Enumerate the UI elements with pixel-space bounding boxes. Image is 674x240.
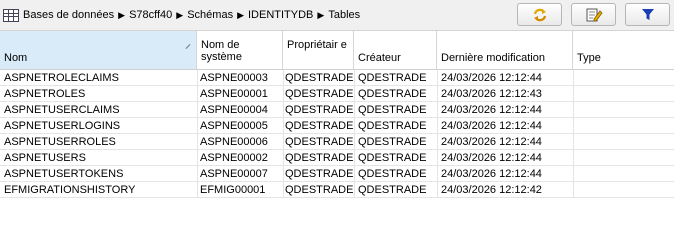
cell-last-modified: 24/03/2026 12:12:44 xyxy=(441,72,542,84)
cell-owner: QDESTRADE xyxy=(285,104,354,116)
column-divider xyxy=(283,70,284,198)
cell-system-name: ASPNE00005 xyxy=(200,120,268,132)
cell-system-name: EFMIG00001 xyxy=(200,184,266,196)
cell-system-name: ASPNE00007 xyxy=(200,168,268,180)
cell-type xyxy=(577,102,672,118)
cell-last-modified: 24/03/2026 12:12:44 xyxy=(441,136,542,148)
cell-owner: QDESTRADE xyxy=(285,136,354,148)
cell-type xyxy=(577,134,672,150)
cell-creator: QDESTRADE xyxy=(358,88,427,100)
cell-type xyxy=(577,166,672,182)
cell-creator: QDESTRADE xyxy=(358,152,427,164)
filter-button[interactable] xyxy=(625,3,670,26)
column-header-name[interactable]: Nom xyxy=(0,31,197,69)
cell-name: ASPNETUSERS xyxy=(4,152,86,164)
cell-type xyxy=(577,118,672,134)
cell-type xyxy=(577,150,672,166)
column-divider xyxy=(573,70,574,198)
cell-creator: QDESTRADE xyxy=(358,104,427,116)
breadcrumb-separator: ▶ xyxy=(118,9,126,20)
column-header-creator[interactable]: Créateur xyxy=(354,31,437,69)
cell-creator: QDESTRADE xyxy=(358,72,427,84)
refresh-button[interactable] xyxy=(517,3,562,26)
cell-last-modified: 24/03/2026 12:12:43 xyxy=(441,88,542,100)
database-table-icon xyxy=(3,8,19,22)
cell-name: ASPNETUSERCLAIMS xyxy=(4,104,120,116)
cell-owner: QDESTRADE xyxy=(285,72,354,84)
cell-system-name: ASPNE00006 xyxy=(200,136,268,148)
cell-last-modified: 24/03/2026 12:12:44 xyxy=(441,120,542,132)
cell-name: ASPNETUSERROLES xyxy=(4,136,116,148)
breadcrumb-separator: ▶ xyxy=(237,9,244,20)
cell-name: ASPNETUSERTOKENS xyxy=(4,168,124,180)
column-header-type[interactable]: Type xyxy=(573,31,674,69)
cell-owner: QDESTRADE xyxy=(285,88,354,100)
cell-system-name: ASPNE00003 xyxy=(200,72,268,84)
column-divider xyxy=(197,70,198,198)
column-header-label: Type xyxy=(577,52,601,64)
breadcrumb-item-schemas[interactable]: Schémas xyxy=(187,9,233,21)
breadcrumb-separator: ▶ xyxy=(317,9,325,20)
cell-name: EFMIGRATIONSHISTORY xyxy=(4,184,136,196)
cell-system-name: ASPNE00001 xyxy=(200,88,268,100)
cell-name: ASPNETROLES xyxy=(4,88,86,100)
column-header-label: Dernière modification xyxy=(441,52,545,64)
cell-owner: QDESTRADE xyxy=(285,120,354,132)
column-header-label: Nom de système xyxy=(201,39,242,63)
cell-name: ASPNETUSERLOGINS xyxy=(4,120,121,132)
column-header-system-name[interactable]: Nom de système xyxy=(197,31,283,69)
cell-creator: QDESTRADE xyxy=(358,184,427,196)
cell-owner: QDESTRADE xyxy=(285,152,354,164)
breadcrumb-separator: ▶ xyxy=(176,9,184,20)
cell-owner: QDESTRADE xyxy=(285,184,354,196)
column-divider xyxy=(354,70,355,198)
column-header-label: Propriétair e xyxy=(287,39,347,51)
column-header-owner[interactable]: Propriétair e xyxy=(283,31,354,69)
cell-last-modified: 24/03/2026 12:12:44 xyxy=(441,104,542,116)
breadcrumb-item-tables[interactable]: Tables xyxy=(328,9,360,21)
column-header-label: Nom xyxy=(4,52,28,64)
breadcrumb-item-schema[interactable]: IDENTITYDB xyxy=(248,9,313,21)
cell-creator: QDESTRADE xyxy=(358,136,427,148)
tables-grid: Nom Nom de système Propriétair e Créateu… xyxy=(0,31,674,198)
cell-creator: QDESTRADE xyxy=(358,120,427,132)
column-header-label: Créateur xyxy=(358,52,401,64)
cell-system-name: ASPNE00004 xyxy=(200,104,268,116)
filter-icon xyxy=(641,8,654,20)
cell-last-modified: 24/03/2026 12:12:42 xyxy=(441,184,542,196)
table-body: ASPNETROLECLAIMS ASPNE00003 QDESTRADE QDEST… xyxy=(0,70,674,198)
cell-owner: QDESTRADE xyxy=(285,168,354,180)
edit-button[interactable] xyxy=(571,3,616,26)
cell-creator: QDESTRADE xyxy=(358,168,427,180)
refresh-icon xyxy=(533,8,546,21)
cell-name: ASPNETROLECLAIMS xyxy=(4,72,119,84)
edit-icon xyxy=(586,8,603,21)
breadcrumb-item-server[interactable]: S78cff40 xyxy=(129,9,172,21)
column-divider xyxy=(437,70,438,198)
cell-type xyxy=(577,86,672,102)
sort-indicator-icon xyxy=(185,44,191,49)
column-header-last-modified[interactable]: Dernière modification xyxy=(437,31,573,69)
breadcrumb-item-databases[interactable]: Bases de données xyxy=(23,9,114,21)
cell-last-modified: 24/03/2026 12:12:44 xyxy=(441,168,542,180)
toolbar: Bases de données ▶ S78cff40 ▶ Schémas ▶ … xyxy=(0,0,674,31)
cell-system-name: ASPNE00002 xyxy=(200,152,268,164)
breadcrumb: Bases de données ▶ S78cff40 ▶ Schémas ▶ … xyxy=(3,7,360,23)
cell-type xyxy=(577,182,672,198)
table-header: Nom Nom de système Propriétair e Créateu… xyxy=(0,31,674,70)
cell-last-modified: 24/03/2026 12:12:44 xyxy=(441,152,542,164)
cell-type xyxy=(577,70,672,86)
